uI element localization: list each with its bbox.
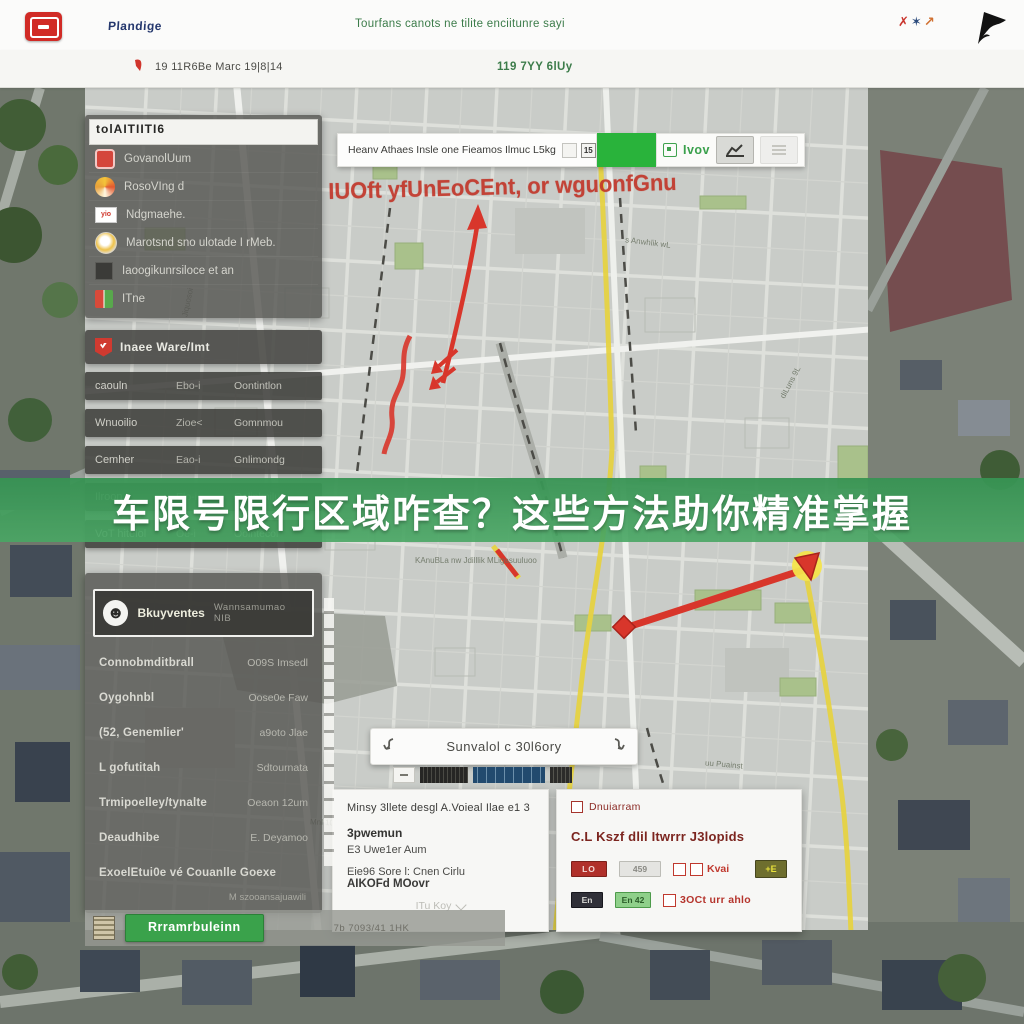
header-mark-icons: ✗✶↗ [898,14,937,30]
table-header-row[interactable]: Inaee Ware/Imt [85,330,322,364]
sidebar-menu-item[interactable]: ITne [89,285,318,312]
shield-icon [95,338,112,357]
map-search-bar[interactable]: Sunvalol c 30l6ory [370,728,638,765]
sidebar-list-panel: ☻ Bkuyventes Wannsamumao NIB Connobmditb… [85,573,322,913]
sub-header: 19 11R6Be Marc 19|8|14 119 7YY 6lUy [0,50,1024,88]
map-toolbar-blocks [393,766,572,783]
footer-value: 7b 7093/41 1HK [334,923,410,934]
route-swap-icon[interactable] [381,737,396,757]
star-mark-icon[interactable]: ✶ [911,14,924,29]
sidebar-footer: Rrramrbuleinn 7b 7093/41 1HK [85,910,505,946]
panel-line: E3 Uwe1er Aum [347,844,534,856]
circle-icon [95,232,117,254]
list-footnote: M szooansajuawili [93,892,314,903]
legend-item: Kvai [673,863,729,876]
sidebar-menu-item[interactable]: yio Ndgmaehe. [89,201,318,229]
gift-icon [95,290,113,308]
map-search-value: Sunvalol c 30l6ory [406,739,602,754]
red-outline-icon [663,894,676,907]
banner-title: 车限号限行区域咋查？这些方法助你精准掌握 [112,483,912,538]
route-swap-icon[interactable] [612,737,627,757]
chart-view-button[interactable] [716,136,754,164]
swirl-icon [95,177,115,197]
route-badge[interactable]: 15 [581,143,596,158]
route-option-icon[interactable] [562,143,577,158]
x-mark-icon[interactable]: ✗ [898,14,911,29]
badge-row: En En 42 3OCt urr ahlo [571,892,787,908]
status-badge[interactable]: LO [571,861,607,877]
route-query-field[interactable]: Heanv Athaes Insle one Fieamos Ilmuc L5k… [337,133,597,167]
panel-tag-row: Dnuiarram [571,801,787,813]
toolbar-block[interactable] [420,767,468,783]
list-item[interactable]: L gofutitah Sdtournata [93,754,314,781]
panel-line: Eie96 Sore l: Cnen Cirlu [347,866,534,878]
status-badge[interactable]: En [571,892,603,908]
toolbar-block-selected[interactable] [473,767,545,783]
table-row[interactable]: caouln Ebo-i Oontintlon [85,372,322,400]
panel-line: AIKOFd MOovr [347,878,534,890]
list-item[interactable]: Deaudhibe E. Deyamoo [93,824,314,851]
list-view-button[interactable] [760,136,798,164]
nav-label[interactable]: Ivov [683,143,710,157]
red-square-icon [571,801,583,813]
toolbar-block[interactable] [550,767,572,783]
app-logo[interactable] [25,12,62,41]
sidebar-menu-panel: tolAITIITI6 GovanolUum RosoVIng d yio Nd… [85,115,322,318]
status-badge[interactable]: 459 [619,861,661,877]
sidebar-menu-item[interactable]: RosoVIng d [89,173,318,201]
chart-icon [725,143,745,157]
route-query-text: Heanv Athaes Insle one Fieamos Ilmuc L5k… [348,144,556,156]
info-panel-right: Dnuiarram C.L Kszf dlil Itwrrr J3lopids … [556,789,802,932]
status-text: 119 7YY 6lUy [497,61,573,73]
sidebar-search-input[interactable]: tolAITIITI6 [89,119,318,145]
panel-line: 3pwemun [347,826,534,840]
sidebar-menu-item[interactable]: Marotsnd sno ulotade I rMeb. [89,229,318,257]
red-outline-icon [690,863,703,876]
arrow-mark-icon[interactable]: ↗ [924,14,937,29]
list-item[interactable]: Oygohnbl Oose0e Faw [93,684,314,711]
nav-icon [663,143,677,157]
route-go-button[interactable] [597,133,656,167]
yio-badge-icon: yio [95,207,117,223]
badge-row: LO 459 Kvai +E [571,860,787,878]
date-text: 19 11R6Be Marc 19|8|14 [155,61,283,73]
toolbar-mini-button[interactable] [393,767,415,783]
list-item[interactable]: (52, Genemlier' a9oto Jlae [93,719,314,746]
document-icon [93,916,115,940]
app-header: Plandige Tourfans canots ne tilite encii… [0,0,1024,51]
list-item[interactable]: ExoelEtui0e vé Couanlle Goexe [93,859,314,886]
red-tick-icon [133,58,145,74]
panel-title: C.L Kszf dlil Itwrrr J3lopids [571,829,787,844]
red-outline-icon [673,863,686,876]
dark-square-icon [95,262,113,280]
flag-icon[interactable] [968,8,1012,46]
smiley-icon: ☻ [103,600,128,626]
confirm-button[interactable]: Rrramrbuleinn [125,914,264,942]
chevron-down-icon [456,899,467,910]
header-tagline: Tourfans canots ne tilite enciitunre say… [355,18,565,30]
sidebar-scrollbar[interactable] [324,598,334,866]
featured-list-item[interactable]: ☻ Bkuyventes Wannsamumao NIB [93,589,314,637]
status-badge[interactable]: +E [755,860,787,878]
sidebar-menu-item[interactable]: GovanolUum [89,145,318,173]
list-item[interactable]: Connobmditbrall O09S Imsedl [93,649,314,676]
panel-title: Minsy 3llete desgl A.Voieal Ilae e1 3 [347,802,534,814]
headline-banner: 车限号限行区域咋查？这些方法助你精准掌握 [0,478,1024,542]
legend-item: 3OCt urr ahlo [663,894,751,907]
status-badge[interactable]: En 42 [615,892,651,908]
app-red-icon [95,149,115,169]
brand-name[interactable]: Plandige [108,19,163,33]
list-item[interactable]: Trmipoelley/tynalte Oeaon 12um [93,789,314,816]
route-search-bar: Heanv Athaes Insle one Fieamos Ilmuc L5k… [337,133,805,167]
list-icon [771,144,787,156]
table-row[interactable]: Wnuoilio Zioe< Gomnmou [85,409,322,437]
sidebar-menu-item[interactable]: Iaoogikunrsiloce et an [89,257,318,285]
crescent-icon [93,56,123,82]
street-label: KAnuBLa nw Jdilllik MLigasuuluoo [415,556,537,565]
logo-dash [38,25,49,29]
table-row[interactable]: Cemher Eao-i Gnlimondg [85,446,322,474]
